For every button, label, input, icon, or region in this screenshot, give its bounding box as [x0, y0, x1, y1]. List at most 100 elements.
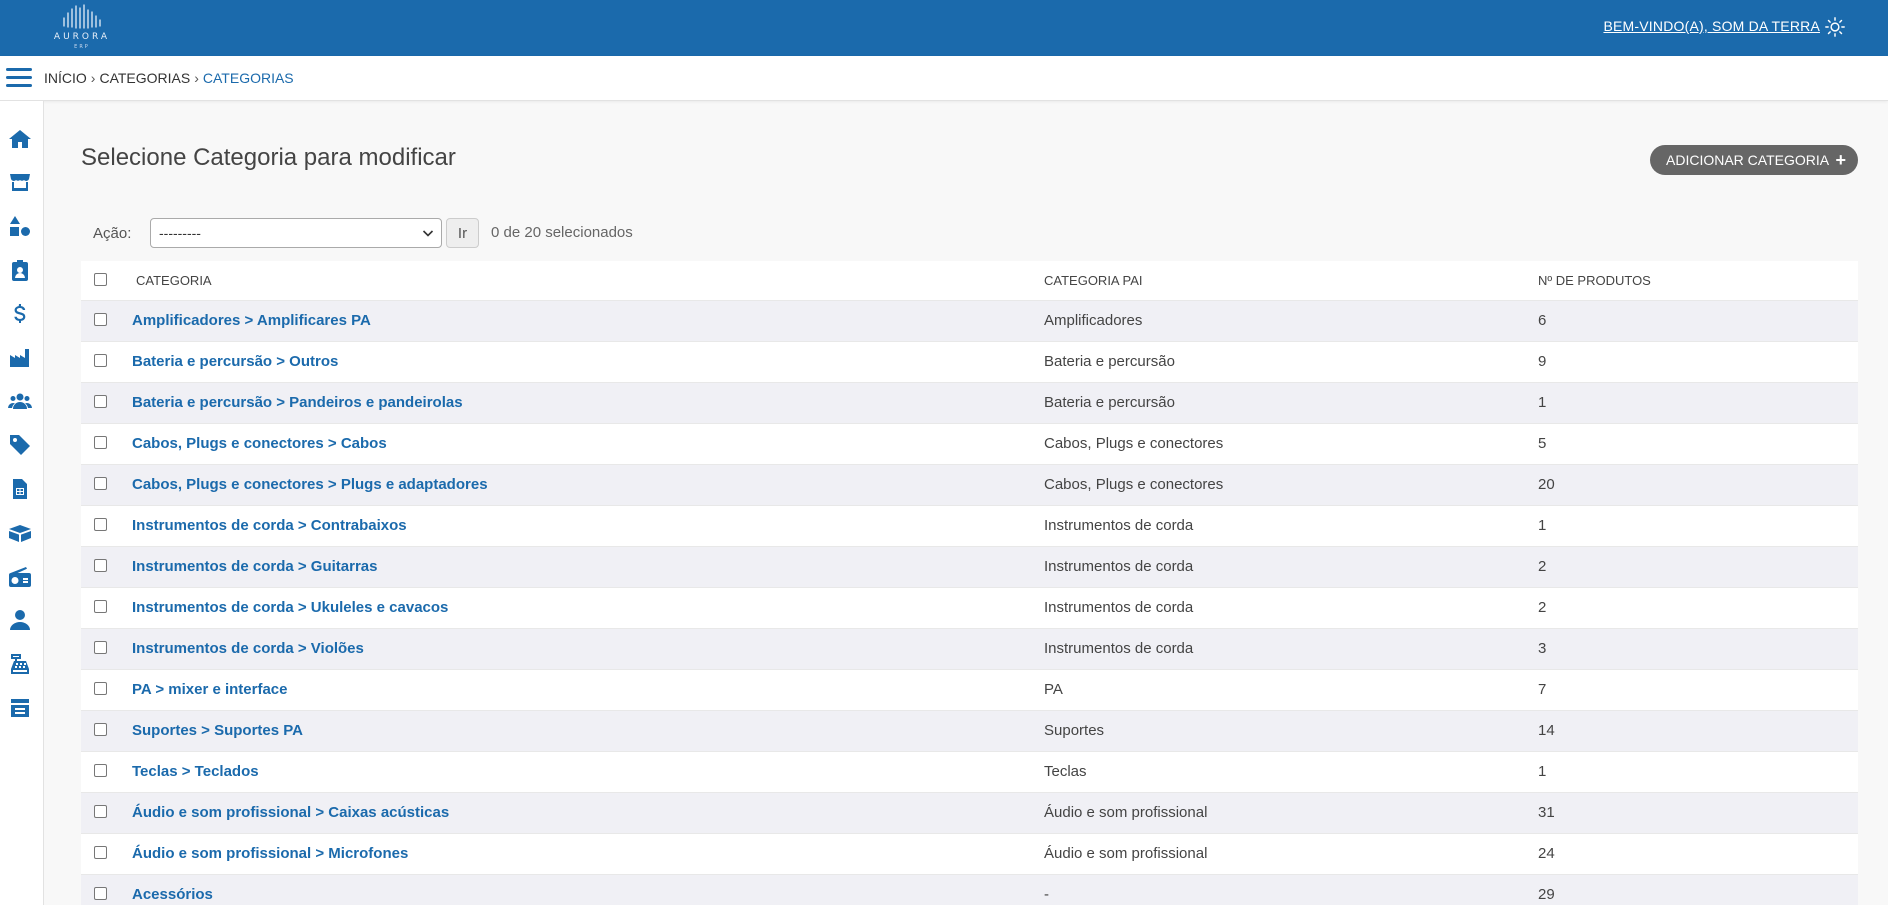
row-checkbox-cell	[81, 628, 132, 670]
row-checkbox[interactable]	[94, 599, 107, 613]
go-button[interactable]: Ir	[446, 218, 479, 248]
column-header-parent[interactable]: CATEGORIA PAI	[1044, 261, 1538, 301]
sidebar-item-users[interactable]	[6, 387, 34, 415]
welcome-user-link[interactable]: BEM-VINDO(A), SOM DA TERRA	[1603, 18, 1820, 34]
row-checkbox-cell	[81, 423, 132, 465]
table-row: Amplificadores > Amplificares PA Amplific…	[81, 300, 1858, 342]
sidebar-item-profile[interactable]	[6, 606, 34, 634]
home-icon	[9, 130, 31, 148]
sidebar-item-invoices[interactable]	[6, 475, 34, 503]
category-link[interactable]: Acessórios	[132, 886, 213, 903]
select-all-checkbox[interactable]	[94, 272, 107, 286]
parent-category-cell: Cabos, Plugs e conectores	[1044, 423, 1538, 465]
inbox-list-icon	[11, 699, 29, 717]
category-link[interactable]: Cabos, Plugs e conectores > Plugs e adap…	[132, 476, 488, 493]
category-link[interactable]: Instrumentos de corda > Contrabaixos	[132, 517, 407, 534]
table-row: Instrumentos de corda > Violões Instrumen…	[81, 628, 1858, 670]
column-header-category[interactable]: CATEGORIA	[132, 261, 1044, 301]
breadcrumb: INÍCIO › CATEGORIAS › CATEGORIAS	[44, 70, 294, 86]
welcome-prefix: BEM-VINDO(A),	[1603, 18, 1708, 34]
breadcrumb-current: CATEGORIAS	[202, 70, 294, 86]
row-checkbox[interactable]	[94, 722, 107, 736]
sidebar-item-store[interactable]	[6, 168, 34, 196]
sidebar-item-home[interactable]	[6, 125, 34, 153]
category-link[interactable]: Suportes > Suportes PA	[132, 722, 303, 739]
category-link[interactable]: Teclas > Teclados	[132, 763, 259, 780]
row-checkbox[interactable]	[94, 681, 107, 695]
parent-category-cell: Suportes	[1044, 710, 1538, 752]
product-count-cell: 7	[1538, 669, 1858, 711]
add-category-label: ADICIONAR CATEGORIA	[1666, 152, 1830, 168]
product-count-cell: 1	[1538, 751, 1858, 793]
action-bar: Ação: --------- Ir 0 de 20 selecionados	[81, 218, 681, 248]
select-all-cell	[81, 261, 132, 301]
category-link[interactable]: Áudio e som profissional > Caixas acústi…	[132, 804, 449, 821]
sidebar	[0, 101, 44, 905]
shapes-icon	[10, 216, 30, 236]
sidebar-item-tags[interactable]	[6, 431, 34, 459]
sidebar-item-clipboard[interactable]	[6, 256, 34, 284]
category-link[interactable]: Instrumentos de corda > Violões	[132, 640, 364, 657]
row-checkbox[interactable]	[94, 394, 107, 408]
category-link[interactable]: Instrumentos de corda > Ukuleles e cavac…	[132, 599, 448, 616]
category-cell: Cabos, Plugs e conectores > Plugs e adap…	[132, 464, 1044, 506]
category-cell: Instrumentos de corda > Ukuleles e cavac…	[132, 587, 1044, 629]
add-category-button[interactable]: ADICIONAR CATEGORIA +	[1650, 145, 1858, 175]
row-checkbox[interactable]	[94, 312, 107, 326]
hamburger-menu-icon[interactable]	[6, 68, 32, 90]
table-row: Acessórios -29	[81, 874, 1858, 905]
row-checkbox[interactable]	[94, 517, 107, 531]
action-select[interactable]: ---------	[150, 218, 442, 248]
radio-icon	[8, 567, 31, 587]
row-checkbox[interactable]	[94, 435, 107, 449]
table-row: Áudio e som profissional > Caixas acústi…	[81, 792, 1858, 834]
sidebar-item-inventory[interactable]	[6, 519, 34, 547]
sidebar-item-categories[interactable]	[6, 212, 34, 240]
row-checkbox[interactable]	[94, 353, 107, 367]
product-count-cell: 24	[1538, 833, 1858, 875]
row-checkbox-cell	[81, 546, 132, 588]
tag-icon	[10, 435, 30, 455]
category-link[interactable]: PA > mixer e interface	[132, 681, 288, 698]
sidebar-item-list[interactable]	[6, 694, 34, 722]
sidebar-item-pos[interactable]	[6, 650, 34, 678]
category-link[interactable]: Áudio e som profissional > Microfones	[132, 845, 408, 862]
category-link[interactable]: Amplificadores > Amplificares PA	[132, 312, 371, 329]
aurora-logo[interactable]: AURORA ERP	[52, 4, 112, 50]
product-count-cell: 20	[1538, 464, 1858, 506]
sidebar-item-radio[interactable]	[6, 563, 34, 591]
category-cell: Instrumentos de corda > Violões	[132, 628, 1044, 670]
breadcrumb-home[interactable]: INÍCIO	[44, 70, 87, 86]
category-link[interactable]: Bateria e percursão > Outros	[132, 353, 338, 370]
row-checkbox[interactable]	[94, 886, 107, 900]
parent-category-cell: Bateria e percursão	[1044, 382, 1538, 424]
category-cell: Bateria e percursão > Pandeiros e pandei…	[132, 382, 1044, 424]
category-link[interactable]: Instrumentos de corda > Guitarras	[132, 558, 378, 575]
action-label: Ação:	[93, 225, 132, 242]
category-link[interactable]: Cabos, Plugs e conectores > Cabos	[132, 435, 387, 452]
action-select-value: ---------	[159, 225, 201, 241]
row-checkbox[interactable]	[94, 640, 107, 654]
column-header-product-count[interactable]: Nº DE PRODUTOS	[1538, 261, 1858, 301]
logo-subtext: ERP	[74, 44, 90, 50]
table-row: Bateria e percursão > Outros Bateria e pe…	[81, 341, 1858, 383]
page-title: Selecione Categoria para modificar	[81, 144, 456, 171]
row-checkbox[interactable]	[94, 476, 107, 490]
sidebar-item-industry[interactable]	[6, 344, 34, 372]
table-row: PA > mixer e interface PA 7	[81, 669, 1858, 711]
category-link[interactable]: Bateria e percursão > Pandeiros e pandei…	[132, 394, 463, 411]
product-count-cell: 5	[1538, 423, 1858, 465]
sun-icon[interactable]	[1824, 16, 1846, 38]
product-count-cell: 9	[1538, 341, 1858, 383]
row-checkbox[interactable]	[94, 763, 107, 777]
row-checkbox[interactable]	[94, 558, 107, 572]
product-count-cell: 14	[1538, 710, 1858, 752]
chevron-down-icon	[422, 230, 434, 237]
row-checkbox[interactable]	[94, 845, 107, 859]
table-row: Áudio e som profissional > Microfones Áud…	[81, 833, 1858, 875]
product-count-cell: 3	[1538, 628, 1858, 670]
category-cell: Amplificadores > Amplificares PA	[132, 300, 1044, 342]
sidebar-item-finance[interactable]	[6, 300, 34, 328]
row-checkbox[interactable]	[94, 804, 107, 818]
breadcrumb-categorias-app[interactable]: CATEGORIAS	[99, 70, 190, 86]
